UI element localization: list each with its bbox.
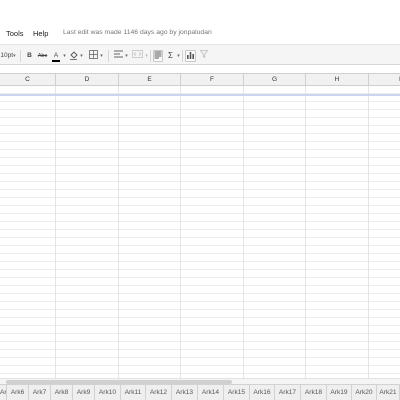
column-divider bbox=[180, 86, 181, 378]
align-left-icon bbox=[113, 50, 123, 58]
sheet-tab[interactable]: Ark13 bbox=[172, 385, 198, 400]
sheet-tab[interactable]: Ark17 bbox=[275, 385, 301, 400]
chevron-down-icon[interactable]: ▾ bbox=[99, 50, 104, 62]
toolbar: 10pt▾ B Abc A ▾ ▾ ▾ ▾ ▾ Σ ▾ bbox=[0, 44, 400, 65]
toolbar-divider bbox=[20, 50, 21, 62]
cell-grid[interactable] bbox=[0, 86, 400, 378]
wrap-text-button[interactable] bbox=[153, 50, 163, 62]
sheet-tab[interactable]: Ark15 bbox=[224, 385, 250, 400]
borders-icon bbox=[88, 50, 98, 59]
sheet-tab[interactable]: Ark10 bbox=[95, 385, 121, 400]
sheet-tab[interactable]: Ark9 bbox=[73, 385, 95, 400]
toolbar-divider bbox=[108, 50, 109, 62]
wrap-text-icon bbox=[154, 51, 162, 59]
filter-icon bbox=[199, 50, 208, 59]
column-header-f[interactable]: F bbox=[180, 74, 243, 86]
chevron-down-icon[interactable]: ▾ bbox=[124, 50, 129, 62]
column-header-row: C D E F G H I bbox=[0, 73, 400, 86]
text-color-letter: A bbox=[53, 52, 59, 59]
column-divider bbox=[305, 86, 306, 378]
functions-button[interactable]: Σ bbox=[166, 50, 175, 62]
sheet-tab[interactable]: Ark18 bbox=[301, 385, 327, 400]
menu-tools[interactable]: Tools bbox=[6, 29, 24, 38]
selected-row-highlight bbox=[0, 94, 400, 96]
strikethrough-button[interactable]: Abc bbox=[36, 50, 49, 62]
column-divider bbox=[118, 86, 119, 378]
column-header-c[interactable]: C bbox=[0, 74, 55, 86]
chart-icon bbox=[187, 52, 194, 59]
merge-cells-icon bbox=[131, 50, 143, 58]
sheet-tab[interactable]: Ark19 bbox=[327, 385, 352, 400]
sheet-tab[interactable]: Ark5 bbox=[0, 385, 7, 400]
filter-button[interactable] bbox=[199, 50, 208, 62]
insert-chart-button[interactable] bbox=[185, 50, 196, 62]
paint-bucket-icon bbox=[69, 51, 78, 60]
chevron-down-icon[interactable]: ▾ bbox=[62, 50, 67, 62]
chevron-down-icon[interactable]: ▾ bbox=[144, 50, 149, 62]
menu-help[interactable]: Help bbox=[33, 29, 48, 38]
chevron-down-icon[interactable]: ▾ bbox=[176, 50, 181, 62]
last-edit-link[interactable]: Last edit was made 1146 days ago by jonp… bbox=[63, 29, 212, 36]
sheet-tab[interactable]: Ark21 bbox=[377, 385, 400, 400]
sheet-tab[interactable]: Ark20 bbox=[352, 385, 377, 400]
align-button[interactable] bbox=[113, 50, 123, 62]
sheet-tab[interactable]: Ark11 bbox=[121, 385, 146, 400]
column-header-g[interactable]: G bbox=[243, 74, 305, 86]
fill-color-button[interactable] bbox=[68, 50, 78, 62]
column-divider bbox=[368, 86, 369, 378]
column-header-d[interactable]: D bbox=[55, 74, 118, 86]
merge-cells-button[interactable] bbox=[131, 50, 143, 62]
column-header-e[interactable]: E bbox=[118, 74, 180, 86]
text-color-button[interactable]: A bbox=[51, 50, 61, 62]
borders-button[interactable] bbox=[88, 50, 98, 62]
menu-bar: Tools Help Last edit was made 1146 days … bbox=[0, 24, 400, 42]
sheet-tab[interactable]: Ark6 bbox=[7, 385, 29, 400]
sheet-tab[interactable]: Ark7 bbox=[29, 385, 51, 400]
sheet-tab[interactable]: Ark16 bbox=[250, 385, 275, 400]
font-size-select[interactable]: 10pt▾ bbox=[0, 50, 16, 62]
sheet-tab[interactable]: Ark14 bbox=[198, 385, 224, 400]
chevron-down-icon[interactable]: ▾ bbox=[79, 50, 84, 62]
text-color-bar bbox=[52, 60, 60, 62]
column-divider bbox=[55, 86, 56, 378]
sheet-tabs-bar: Ark5 Ark6 Ark7 Ark8 Ark9 Ark10 Ark11 Ark… bbox=[0, 384, 400, 400]
sheet-tab[interactable]: Ark8 bbox=[51, 385, 73, 400]
column-header-h[interactable]: H bbox=[305, 74, 368, 86]
toolbar-divider bbox=[182, 50, 183, 62]
chevron-down-icon: ▾ bbox=[13, 53, 16, 59]
sheet-tab[interactable]: Ark12 bbox=[146, 385, 172, 400]
font-size-value: 10pt bbox=[0, 52, 14, 59]
column-divider bbox=[243, 86, 244, 378]
toolbar-divider bbox=[150, 50, 151, 62]
column-header-i[interactable]: I bbox=[368, 74, 400, 86]
bold-button[interactable]: B bbox=[25, 50, 34, 62]
